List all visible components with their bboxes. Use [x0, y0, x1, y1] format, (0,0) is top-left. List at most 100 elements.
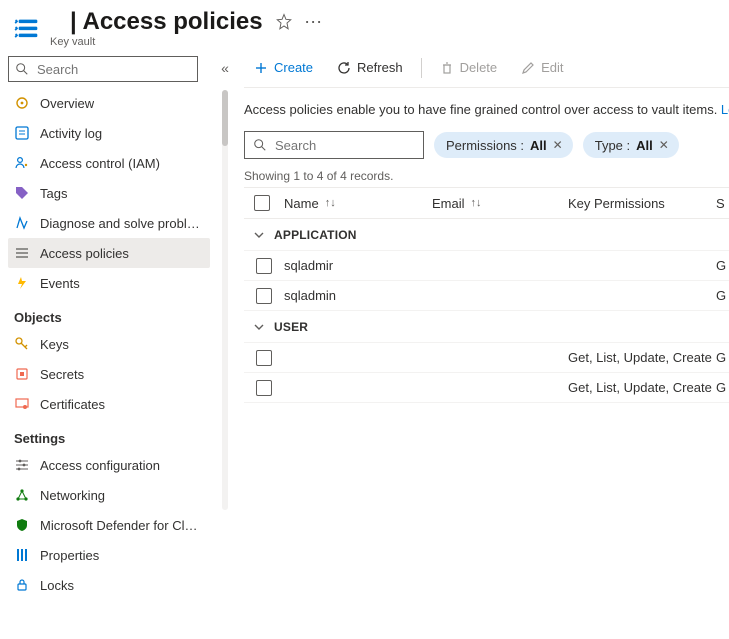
sidebar-item-activity-log[interactable]: Activity log: [8, 118, 210, 148]
refresh-icon: [337, 61, 351, 75]
sidebar-item-overview[interactable]: Overview: [8, 88, 210, 118]
sidebar-item-defender[interactable]: Microsoft Defender for Cloud: [8, 510, 210, 540]
column-header-key-permissions[interactable]: Key Permissions: [564, 196, 712, 211]
sidebar-heading-objects: Objects: [8, 298, 214, 329]
cell-s: G: [712, 380, 729, 395]
column-header-s[interactable]: S: [712, 196, 729, 211]
toolbar-label: Refresh: [357, 60, 403, 75]
activity-log-icon: [14, 125, 30, 141]
secrets-icon: [14, 366, 30, 382]
filter-pill-value: All: [636, 138, 653, 153]
main-search[interactable]: [244, 131, 424, 159]
column-header-email[interactable]: Email↑↓: [428, 196, 564, 211]
plus-icon: [254, 61, 268, 75]
learn-more-link[interactable]: Learn more: [721, 102, 729, 117]
sidebar-item-properties[interactable]: Properties: [8, 540, 210, 570]
overview-icon: [14, 95, 30, 111]
sidebar-item-label: Secrets: [40, 367, 84, 382]
column-header-name[interactable]: Name↑↓: [280, 196, 428, 211]
filter-pill-label: Type :: [595, 138, 630, 153]
collapse-sidebar-icon[interactable]: «: [221, 60, 229, 76]
group-label: USER: [274, 320, 308, 334]
filter-pill-permissions[interactable]: Permissions : All ✕: [434, 132, 573, 158]
table-group-header[interactable]: USER: [244, 311, 729, 343]
chevron-down-icon[interactable]: [244, 229, 274, 241]
sidebar-search-input[interactable]: [35, 61, 215, 78]
sidebar-scrollbar-thumb[interactable]: [222, 90, 228, 146]
sidebar-item-label: Access control (IAM): [40, 156, 160, 171]
row-checkbox[interactable]: [256, 288, 272, 304]
page-title: | Access policies: [70, 8, 263, 36]
sidebar-item-networking[interactable]: Networking: [8, 480, 210, 510]
diagnose-icon: [14, 215, 30, 231]
sidebar: Overview Activity log Access control (IA…: [0, 52, 214, 639]
cell-name: sqladmin: [280, 288, 428, 303]
sidebar-item-label: Diagnose and solve problems: [40, 216, 204, 231]
description: Access policies enable you to have fine …: [244, 88, 729, 131]
table-row[interactable]: sqladmir G: [244, 251, 729, 281]
cell-s: G: [712, 258, 729, 273]
sidebar-item-secrets[interactable]: Secrets: [8, 359, 210, 389]
properties-icon: [14, 547, 30, 563]
breadcrumb-subtitle: Key vault: [50, 36, 190, 48]
cell-name: sqladmir: [280, 258, 428, 273]
sidebar-item-access-configuration[interactable]: Access configuration: [8, 450, 210, 480]
key-vault-icon: [14, 15, 42, 43]
chevron-down-icon[interactable]: [244, 321, 274, 333]
toolbar: Create Refresh Delete Edit: [244, 56, 729, 88]
sidebar-scrollbar[interactable]: [222, 90, 228, 510]
networking-icon: [14, 487, 30, 503]
access-config-icon: [14, 457, 30, 473]
sidebar-item-certificates[interactable]: Certificates: [8, 389, 210, 419]
sidebar-search[interactable]: [8, 56, 198, 82]
sidebar-item-label: Access policies: [40, 246, 129, 261]
row-checkbox[interactable]: [256, 350, 272, 366]
close-icon[interactable]: ✕: [659, 138, 669, 152]
table-row[interactable]: sqladmin G: [244, 281, 729, 311]
sidebar-item-locks[interactable]: Locks: [8, 570, 210, 600]
toolbar-label: Create: [274, 60, 313, 75]
records-status: Showing 1 to 4 of 4 records.: [244, 159, 729, 187]
sidebar-item-label: Properties: [40, 548, 99, 563]
sidebar-item-diagnose[interactable]: Diagnose and solve problems: [8, 208, 210, 238]
sidebar-item-label: Events: [40, 276, 80, 291]
table-row[interactable]: Get, List, Update, Create, ... G: [244, 343, 729, 373]
delete-icon: [440, 61, 454, 75]
table-group-header[interactable]: APPLICATION: [244, 219, 729, 251]
certificates-icon: [14, 396, 30, 412]
sidebar-item-events[interactable]: Events: [8, 268, 210, 298]
row-checkbox[interactable]: [256, 258, 272, 274]
search-icon: [15, 62, 29, 76]
create-button[interactable]: Create: [244, 56, 323, 79]
more-icon[interactable]: ⋯: [305, 13, 323, 31]
toolbar-divider: [421, 58, 422, 78]
filter-pill-type[interactable]: Type : All ✕: [583, 132, 679, 158]
sidebar-item-access-policies[interactable]: Access policies: [8, 238, 210, 268]
refresh-button[interactable]: Refresh: [327, 56, 413, 79]
favorite-icon[interactable]: [275, 13, 293, 31]
table-row[interactable]: Get, List, Update, Create, ... G: [244, 373, 729, 403]
defender-icon: [14, 517, 30, 533]
policies-table: Name↑↓ Email↑↓ Key Permissions S APPLI: [244, 187, 729, 403]
access-control-icon: [14, 155, 30, 171]
sidebar-item-tags[interactable]: Tags: [8, 178, 210, 208]
select-all-checkbox[interactable]: [254, 195, 270, 211]
sidebar-item-label: Keys: [40, 337, 69, 352]
search-icon: [253, 138, 267, 152]
cell-key-permissions: Get, List, Update, Create, ...: [564, 380, 712, 395]
sidebar-heading-settings: Settings: [8, 419, 214, 450]
main-search-input[interactable]: [273, 137, 453, 154]
sidebar-item-label: Tags: [40, 186, 67, 201]
keys-icon: [14, 336, 30, 352]
toolbar-label: Delete: [460, 60, 498, 75]
cell-s: G: [712, 350, 729, 365]
close-icon[interactable]: ✕: [553, 138, 563, 152]
tags-icon: [14, 185, 30, 201]
sidebar-item-access-control[interactable]: Access control (IAM): [8, 148, 210, 178]
sidebar-item-label: Certificates: [40, 397, 105, 412]
sidebar-item-label: Locks: [40, 578, 74, 593]
events-icon: [14, 275, 30, 291]
sort-asc-icon: ↑↓: [471, 197, 482, 209]
row-checkbox[interactable]: [256, 380, 272, 396]
sidebar-item-keys[interactable]: Keys: [8, 329, 210, 359]
